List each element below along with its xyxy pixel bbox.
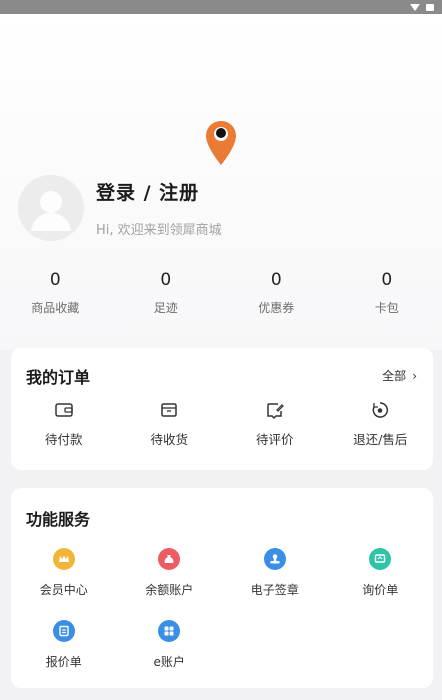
all-orders-label: 全部 [382, 369, 407, 383]
avatar[interactable] [18, 175, 84, 241]
services-card: 功能服务 会员中心 余额账户 电子签章 询价单 报价单 e账户 [11, 488, 433, 688]
quote-icon [52, 620, 75, 642]
stat-value: 0 [381, 270, 393, 290]
orders-title: 我的订单 [26, 368, 91, 387]
stat-footprints[interactable]: 0 足迹 [111, 268, 222, 328]
service-label: 电子签章 [250, 583, 299, 597]
order-label: 待付款 [44, 432, 83, 447]
stat-value: 0 [160, 270, 172, 290]
service-inquiry[interactable]: 询价单 [328, 548, 434, 620]
order-pending-review[interactable]: 待评价 [222, 400, 328, 448]
stat-label: 优惠券 [258, 301, 295, 315]
service-e-account[interactable]: e账户 [117, 620, 223, 692]
package-icon [161, 403, 177, 417]
status-bar [0, 0, 442, 14]
crown-icon [52, 548, 75, 570]
order-status-row: 待付款 待收货 待评价 退还/售后 [11, 400, 433, 448]
stat-coupons[interactable]: 0 优惠券 [221, 268, 332, 328]
inquiry-icon [369, 548, 392, 570]
money-bag-icon [158, 548, 181, 570]
order-pending-receipt[interactable]: 待收货 [117, 400, 223, 448]
user-silhouette-icon [18, 175, 84, 241]
order-refund-aftersales[interactable]: 退还/售后 [328, 400, 434, 448]
order-label: 待收货 [150, 432, 188, 447]
all-orders-link[interactable]: 全部 › [382, 367, 417, 384]
stat-label: 卡包 [374, 301, 399, 315]
stat-favorites[interactable]: 0 商品收藏 [0, 268, 111, 328]
stat-card-wallet[interactable]: 0 卡包 [332, 268, 442, 328]
login-register-link[interactable]: 登录 / 注册 [96, 178, 199, 205]
services-title: 功能服务 [26, 510, 91, 529]
service-member-center[interactable]: 会员中心 [11, 548, 117, 620]
stat-label: 商品收藏 [31, 301, 80, 315]
stamp-icon [263, 548, 286, 570]
stat-value: 0 [49, 270, 61, 290]
battery-icon [426, 3, 434, 11]
e-account-icon [158, 620, 181, 642]
service-label: 报价单 [45, 655, 82, 669]
service-balance-account[interactable]: 余额账户 [117, 548, 223, 620]
service-label: 询价单 [362, 583, 399, 597]
service-label: e账户 [153, 655, 185, 669]
service-quotation[interactable]: 报价单 [11, 620, 117, 692]
location-pin-icon [206, 121, 236, 165]
wallet-icon [55, 403, 73, 417]
order-label: 退还/售后 [353, 432, 408, 447]
service-e-signature[interactable]: 电子签章 [222, 548, 328, 620]
refund-icon [372, 402, 389, 418]
order-pending-payment[interactable]: 待付款 [11, 400, 117, 448]
service-label: 余额账户 [145, 583, 194, 597]
my-orders-card: 我的订单 全部 › 待付款 待收货 待评价 退还/售后 [11, 348, 433, 470]
stat-label: 足迹 [153, 301, 178, 315]
order-label: 待评价 [255, 432, 294, 447]
review-icon [267, 403, 284, 420]
welcome-text: Hi, 欢迎来到领犀商城 [96, 223, 222, 238]
stats-bar: 0 商品收藏 0 足迹 0 优惠券 0 卡包 [0, 268, 442, 328]
chevron-right-icon: › [412, 369, 417, 383]
service-label: 会员中心 [39, 583, 88, 597]
stat-value: 0 [270, 270, 282, 290]
wifi-icon [410, 3, 420, 11]
profile-section: 登录 / 注册 Hi, 欢迎来到领犀商城 [18, 175, 418, 245]
services-grid: 会员中心 余额账户 电子签章 询价单 报价单 e账户 [11, 548, 433, 692]
